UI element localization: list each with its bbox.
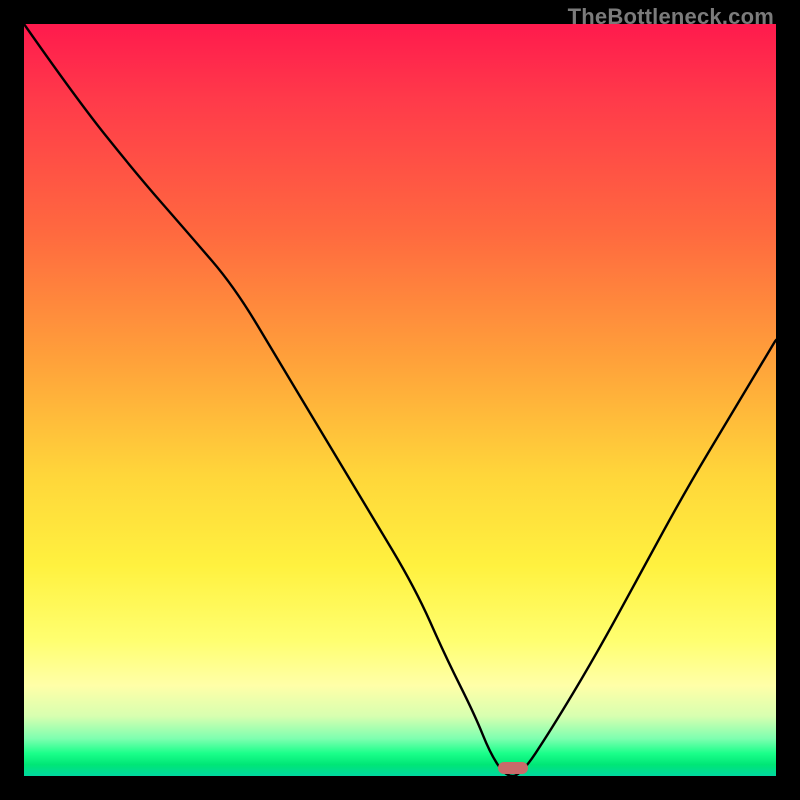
curve-layer	[24, 24, 776, 776]
chart-frame: TheBottleneck.com	[0, 0, 800, 800]
plot-area	[24, 24, 776, 776]
watermark-text: TheBottleneck.com	[568, 4, 774, 30]
optimal-marker	[498, 762, 528, 774]
bottleneck-curve	[24, 24, 776, 776]
